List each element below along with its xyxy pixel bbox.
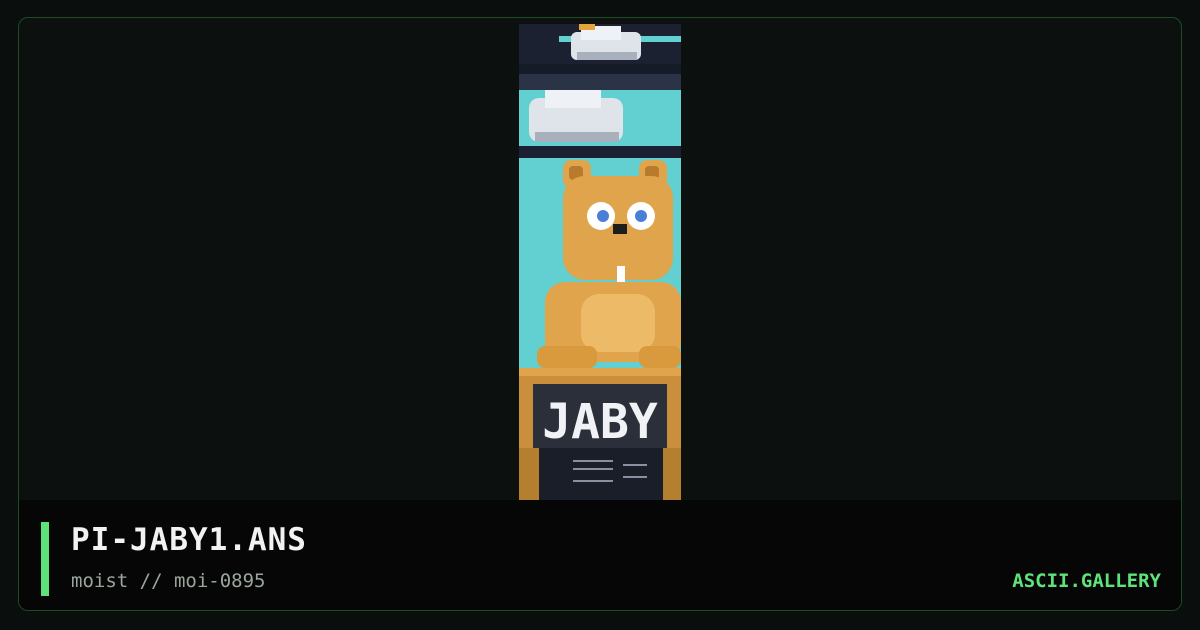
ansi-art-image: JABY [519, 24, 681, 502]
artwork-title: PI-JABY1.ANS [71, 522, 307, 558]
svg-text:JABY: JABY [542, 394, 658, 450]
info-footer: PI-JABY1.ANS moist // moi-0895 ASCII.GAL… [19, 500, 1181, 610]
ansi-art-preview[interactable]: JABY [519, 24, 681, 502]
jaby-logo: JABY [533, 384, 667, 450]
accent-bar [41, 522, 49, 596]
preview-card: JABY PI-JABY1.ANS moist // moi-0895 ASCI… [18, 17, 1182, 611]
artwork-credit: moist // moi-0895 [71, 570, 266, 592]
site-brand[interactable]: ASCII.GALLERY [1012, 570, 1161, 592]
